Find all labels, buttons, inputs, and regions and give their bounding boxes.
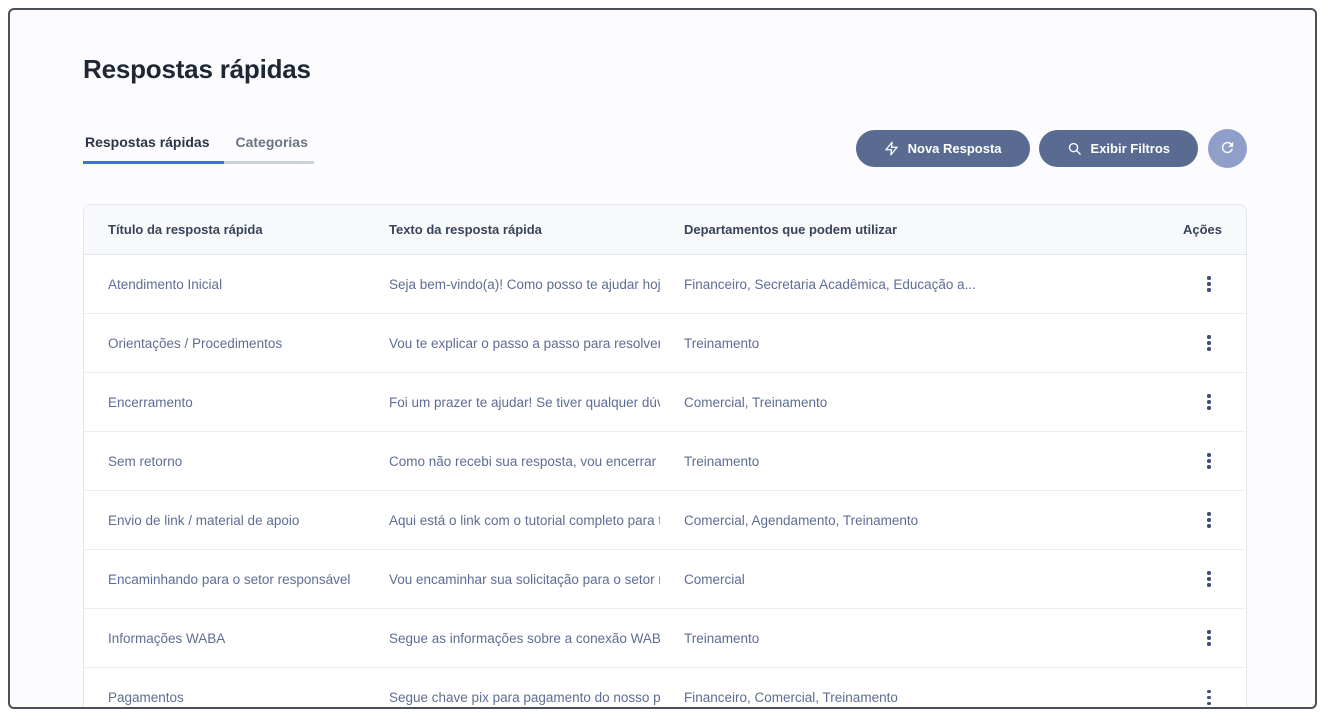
tab-categorias[interactable]: Categorias [223,134,314,164]
cell-actions [1156,566,1246,592]
table-row: Informações WABA Segue as informações so… [84,609,1246,668]
row-actions-menu-button[interactable] [1196,448,1222,474]
refresh-button[interactable] [1208,129,1247,168]
cell-title: Sem retorno [108,453,183,469]
table-header: Título da resposta rápida Texto da respo… [84,205,1246,255]
quick-responses-table: Título da resposta rápida Texto da respo… [83,204,1247,708]
cell-title: Encerramento [108,394,193,410]
table-body: Atendimento Inicial Seja bem-vindo(a)! C… [84,255,1246,708]
table-row: Atendimento Inicial Seja bem-vindo(a)! C… [84,255,1246,314]
table-row: Encaminhando para o setor responsável Vo… [84,550,1246,609]
cell-title: Orientações / Procedimentos [108,335,283,351]
cell-departments: Treinamento [684,630,760,646]
row-actions-menu-button[interactable] [1196,566,1222,592]
main-content: Respostas rápidas Respostas rápidas Cate… [10,54,1315,708]
cell-departments: Financeiro, Comercial, Treinamento [684,690,898,705]
page-title: Respostas rápidas [83,54,311,84]
cell-text: Segue as informações sobre a conexão WAB… [389,630,660,646]
cell-title: Encaminhando para o setor responsável [108,571,351,587]
cell-actions [1156,507,1246,533]
cell-title: Atendimento Inicial [108,276,223,292]
cell-actions [1156,625,1246,651]
search-icon [1067,141,1082,156]
cell-actions [1156,330,1246,356]
cell-actions [1156,448,1246,474]
cell-text: Vou encaminhar sua solicitação para o se… [389,571,660,587]
row-actions-menu-button[interactable] [1196,507,1222,533]
cell-title: Informações WABA [108,630,226,646]
row-actions-menu-button[interactable] [1196,271,1222,297]
cell-text: Seja bem-vindo(a)! Como posso te ajudar … [389,276,660,292]
row-actions-menu-button[interactable] [1196,330,1222,356]
row-actions-menu-button[interactable] [1196,625,1222,651]
table-row: Orientações / Procedimentos Vou te expli… [84,314,1246,373]
cell-text: Foi um prazer te ajudar! Se tiver qualqu… [389,394,660,410]
row-actions-menu-button[interactable] [1196,389,1222,415]
cell-title: Envio de link / material de apoio [108,512,300,528]
cell-text: Aqui está o link com o tutorial completo… [389,512,660,528]
bolt-icon [884,141,899,156]
column-header-departments: Departamentos que podem utilizar [684,222,898,237]
column-header-title: Título da resposta rápida [108,222,263,237]
table-row: Pagamentos Segue chave pix para pagament… [84,668,1246,708]
cell-text: Vou te explicar o passo a passo para res… [389,335,660,351]
refresh-icon [1219,139,1236,159]
app-window: Respostas rápidas Respostas rápidas Cate… [8,8,1317,709]
column-header-actions: Ações [1182,222,1222,237]
cell-text: Como não recebi sua resposta, vou encerr… [389,453,660,469]
cell-actions [1156,389,1246,415]
cell-departments: Financeiro, Secretaria Acadêmica, Educaç… [684,276,976,292]
cell-departments: Treinamento [684,335,760,351]
cell-departments: Comercial, Treinamento [684,394,828,410]
cell-actions [1156,271,1246,297]
show-filters-button[interactable]: Exibir Filtros [1038,130,1198,167]
table-row: Envio de link / material de apoio Aqui e… [84,491,1246,550]
tab-respostas-rapidas[interactable]: Respostas rápidas [83,134,224,164]
cell-text: Segue chave pix para pagamento do nosso … [389,690,660,705]
cell-title: Pagamentos [108,690,184,705]
cell-departments: Comercial, Agendamento, Treinamento [684,512,919,528]
table-row: Encerramento Foi um prazer te ajudar! Se… [84,373,1246,432]
new-response-button[interactable]: Nova Resposta [855,130,1030,167]
cell-departments: Comercial [684,571,745,587]
column-header-text: Texto da resposta rápida [389,222,542,237]
tab-bar: Respostas rápidas Categorias [83,134,314,164]
toolbar: Respostas rápidas Categorias Nova Respos… [83,129,1247,168]
cell-actions [1156,685,1246,708]
toolbar-actions: Nova Resposta Exibir Filtros [855,129,1247,168]
show-filters-label: Exibir Filtros [1090,141,1170,156]
row-actions-menu-button[interactable] [1196,685,1222,708]
table-row: Sem retorno Como não recebi sua resposta… [84,432,1246,491]
new-response-label: Nova Resposta [907,141,1002,156]
cell-departments: Treinamento [684,453,760,469]
